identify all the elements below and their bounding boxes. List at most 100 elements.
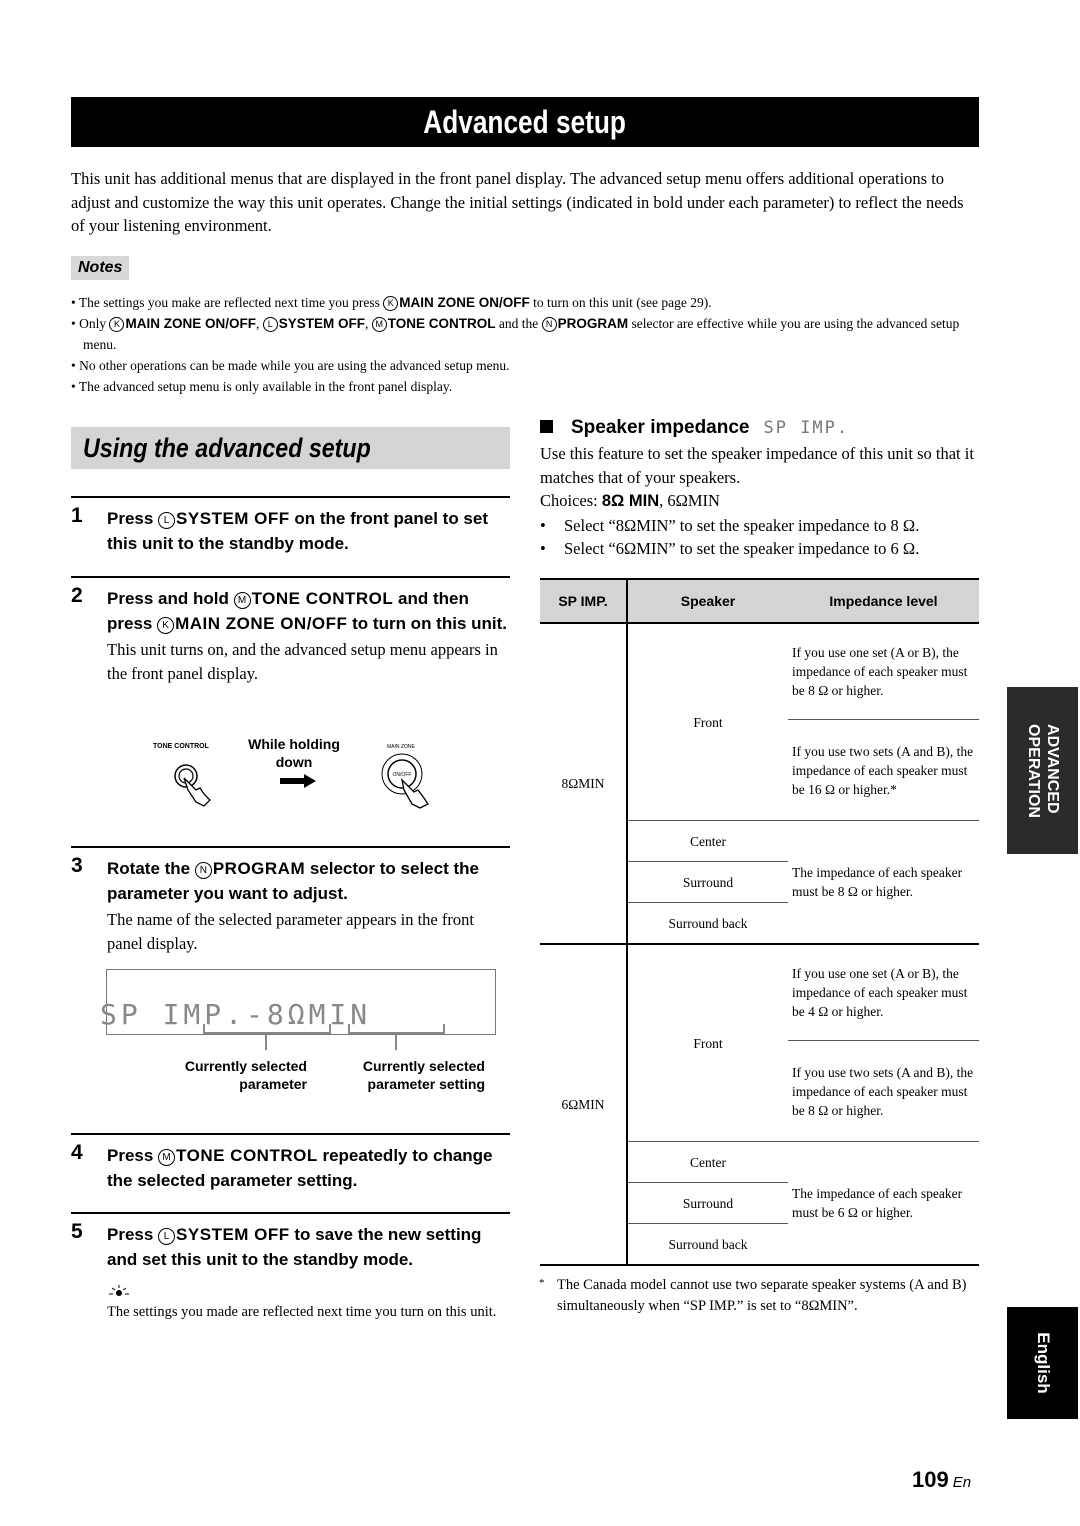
while-holding-line: While holding — [248, 736, 340, 752]
step-4: 4 Press M TONE CONTROL repeatedly to chan… — [71, 1133, 510, 1193]
note-item: The advanced setup menu is only availabl… — [71, 376, 976, 397]
table-row: 6ΩMIN Front If you use one set (A or B),… — [540, 944, 979, 1266]
lcd-label: SP IMP. — [763, 418, 850, 438]
impedance-cell: The impedance of each speaker must be 8 … — [788, 820, 979, 945]
speaker-cell: Surround — [626, 1182, 788, 1224]
impedance-cell: The impedance of each speaker must be 6 … — [788, 1141, 979, 1266]
note-item: No other operations can be made while yo… — [71, 355, 976, 376]
impedance-cell: If you use one set (A or B), the impedan… — [788, 623, 979, 720]
step-5: 5 Press L SYSTEM OFF to save the new sett… — [71, 1212, 510, 1272]
key-n-icon: N — [194, 862, 212, 879]
step-number: 3 — [71, 854, 83, 877]
step-instruction: Press L SYSTEM OFF to save the new settin… — [107, 1214, 510, 1272]
key-tone-control: TONE CONTROL — [251, 589, 394, 608]
step-2: 2 Press and hold M TONE CONTROL and then … — [71, 576, 510, 685]
callout-line-text: parameter — [239, 1076, 307, 1092]
speaker-cell: Center — [626, 820, 788, 862]
step-instruction: Press L SYSTEM OFF on the front panel to … — [107, 498, 510, 556]
footnote: * The Canada model cannot use two separa… — [539, 1275, 980, 1317]
heading-text: Speaker impedance — [571, 417, 750, 438]
note-text: The settings you make are reflected next… — [78, 295, 384, 310]
key-main-zone: MAIN ZONE ON/OFF — [125, 316, 256, 331]
choice-bullets: Select “8ΩMIN” to set the speaker impeda… — [540, 514, 980, 561]
page-title-bar: Advanced setup — [71, 97, 979, 147]
step-text: Press — [107, 1146, 159, 1165]
key-program: PROGRAM — [557, 316, 629, 331]
page-language-suffix: En — [952, 1474, 972, 1491]
svg-text:ON/OFF: ON/OFF — [393, 772, 412, 778]
while-holding-line: down — [275, 754, 313, 770]
key-k-icon: K — [383, 296, 399, 311]
section-heading-text: Using the advanced setup — [83, 433, 371, 463]
table-row: 8ΩMIN Front If you use one set (A or B),… — [540, 623, 979, 945]
tone-control-press-icon — [174, 764, 211, 807]
speaker-cell: Surround back — [626, 1223, 788, 1266]
setting-cell: 8ΩMIN — [540, 623, 627, 945]
note-text: to turn on this unit (see page 29). — [529, 295, 712, 310]
key-main-zone: MAIN ZONE ON/OFF — [399, 295, 530, 310]
side-tab-line: ADVANCED — [1043, 723, 1061, 814]
notes-label: Notes — [71, 256, 130, 280]
callout-line-text: Currently selected — [362, 1058, 485, 1074]
callout-line-text: Currently selected — [184, 1058, 307, 1074]
footnote-text: The Canada model cannot use two separate… — [557, 1277, 967, 1314]
key-main-zone: MAIN ZONE ON/OFF — [175, 614, 348, 633]
speaker-cell: Surround back — [626, 902, 788, 945]
button-illustration: TONE CONTROL While holding down MAIN ZON… — [150, 730, 450, 810]
choice-bullet: Select “6ΩMIN” to set the speaker impeda… — [540, 537, 980, 561]
step-text: to turn on this unit. — [347, 614, 507, 633]
key-tone-control: TONE CONTROL — [176, 1146, 318, 1165]
arrow-right-icon — [280, 774, 316, 788]
main-zone-press-icon: ON/OFF — [381, 753, 429, 809]
while-holding-text: While holding down — [239, 735, 349, 771]
step-number: 2 — [71, 584, 83, 607]
note-text: , — [255, 316, 263, 331]
choices-label: Choices: — [540, 491, 602, 510]
step-number: 1 — [71, 504, 83, 527]
step-number: 5 — [71, 1220, 83, 1243]
page-title: Advanced setup — [423, 104, 627, 140]
speaker-cell: Front — [626, 623, 788, 821]
square-bullet-icon — [540, 420, 553, 433]
key-m-icon: M — [233, 592, 251, 609]
page-number-value: 109 — [912, 1467, 949, 1492]
setting-cell: 6ΩMIN — [540, 944, 627, 1266]
callout-parameter: Currently selected parameter — [160, 1057, 307, 1093]
choices-line: Choices: 8Ω MIN, 6ΩMIN — [540, 489, 980, 514]
note-text: , — [365, 316, 372, 331]
key-program: PROGRAM — [212, 859, 306, 878]
choice-bullet: Select “8ΩMIN” to set the speaker impeda… — [540, 514, 980, 538]
tip-lightbulb-icon — [109, 1285, 129, 1296]
footnote-mark: * — [539, 1277, 545, 1289]
callout-line — [395, 1034, 397, 1050]
key-l-icon: L — [262, 317, 278, 332]
choice-default: 8Ω MIN — [601, 492, 660, 510]
key-k-icon: K — [157, 617, 175, 634]
side-tab-line: OPERATION — [1024, 723, 1042, 818]
callout-setting: Currently selected parameter setting — [335, 1057, 485, 1093]
note-text: and the — [495, 316, 542, 331]
description-text: Use this feature to set the speaker impe… — [540, 444, 974, 487]
note-item: Only KMAIN ZONE ON/OFF, LSYSTEM OFF, MTO… — [71, 313, 976, 355]
speaker-impedance-description: Use this feature to set the speaker impe… — [540, 442, 980, 561]
side-tab-text: English — [1033, 1332, 1053, 1394]
key-tone-control: TONE CONTROL — [387, 316, 496, 331]
col-header-impedance: Impedance level — [788, 578, 979, 624]
step-instruction: Rotate the N PROGRAM selector to select t… — [107, 848, 510, 906]
key-l-icon: L — [158, 1228, 176, 1245]
step-1: 1 Press L SYSTEM OFF on the front panel t… — [71, 496, 510, 556]
step-text: Press — [107, 509, 159, 528]
callout-line-text: parameter setting — [367, 1076, 485, 1092]
impedance-cell: If you use one set (A or B), the impedan… — [788, 944, 979, 1041]
setting-bracket — [348, 1024, 445, 1034]
tone-control-label: TONE CONTROL — [153, 743, 209, 750]
key-n-icon: N — [541, 317, 557, 332]
step-instruction: Press and hold M TONE CONTROL and then pr… — [107, 578, 510, 636]
notes-list: The settings you make are reflected next… — [71, 292, 976, 397]
step-instruction: Press M TONE CONTROL repeatedly to change… — [107, 1135, 510, 1193]
speaker-cell: Front — [626, 944, 788, 1142]
side-tab-advanced-operation: ADVANCED OPERATION — [1007, 687, 1078, 854]
page-number: 109 En — [912, 1467, 971, 1493]
step-body: The name of the selected parameter appea… — [107, 910, 474, 953]
section-heading: Using the advanced setup — [71, 427, 510, 469]
